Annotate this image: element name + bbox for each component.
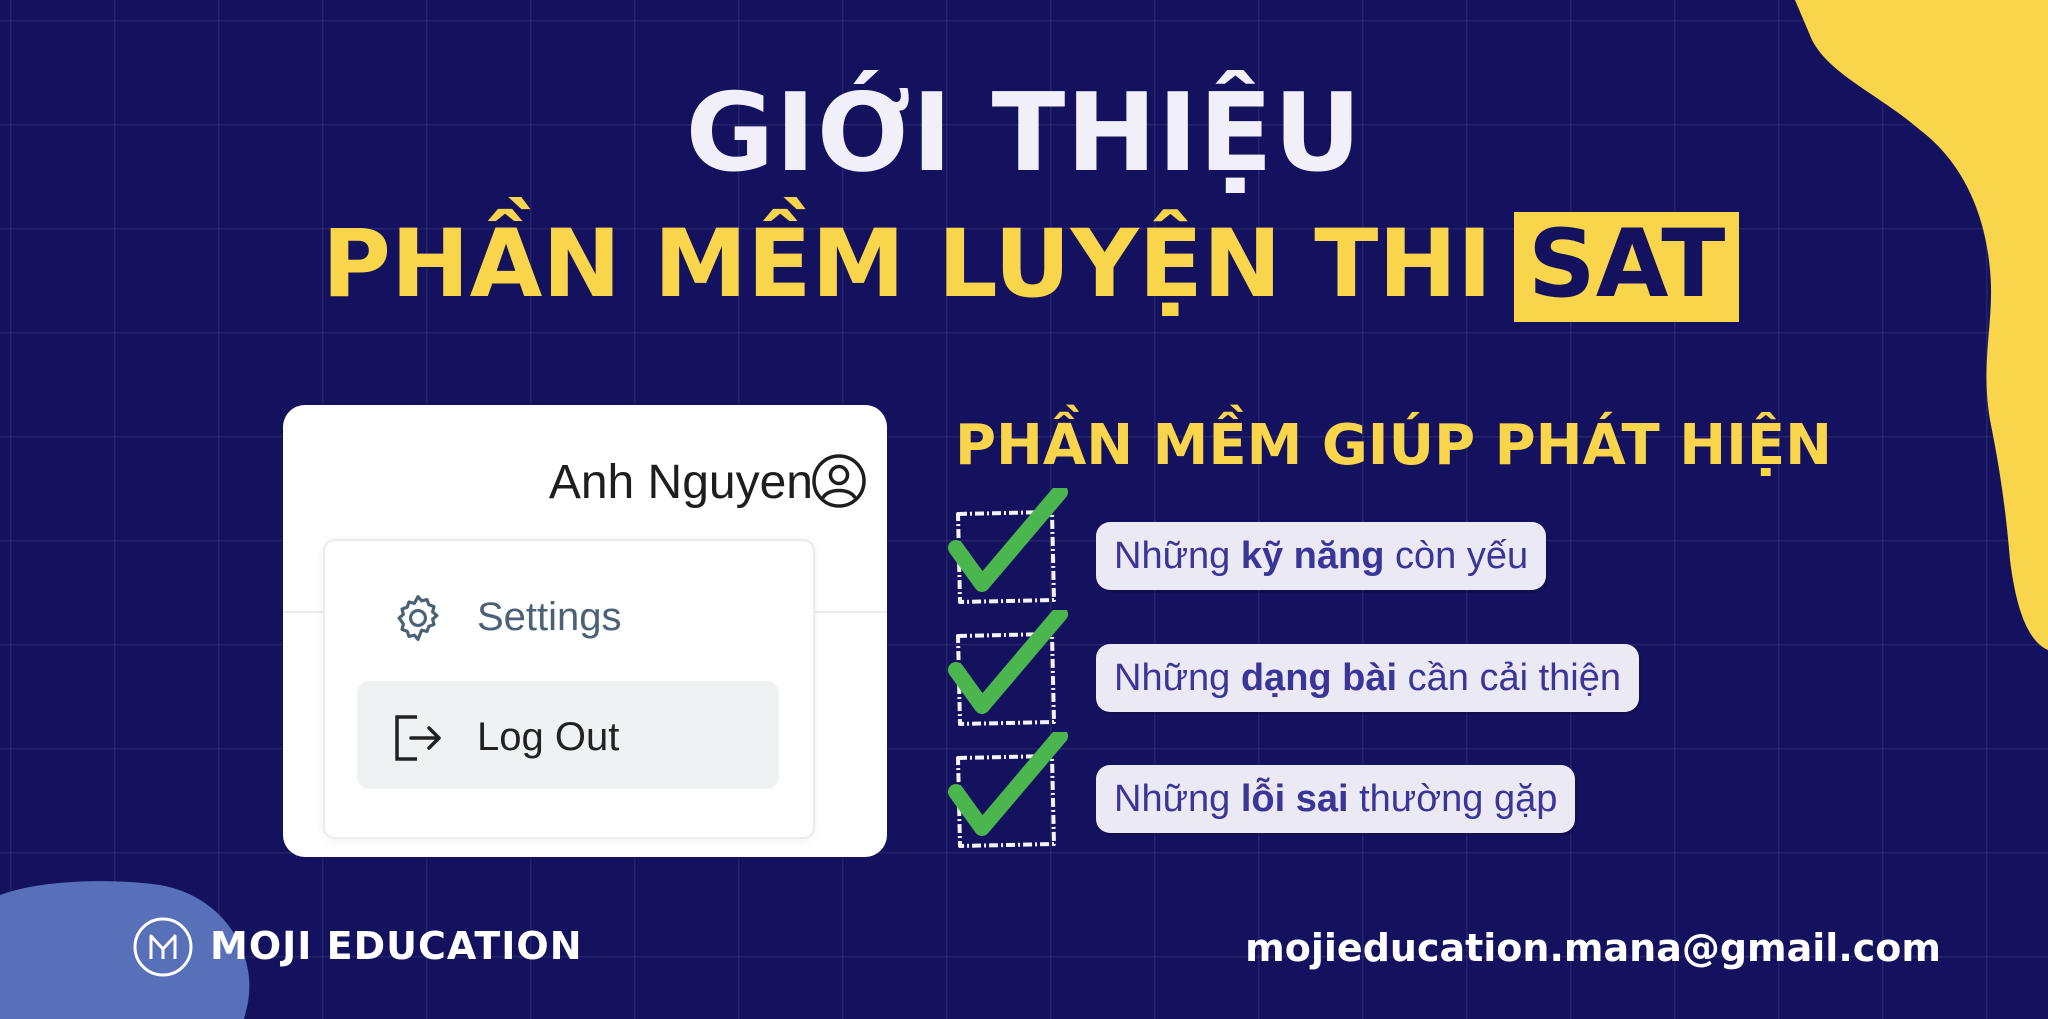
user-name[interactable]: Anh Nguyen <box>549 455 813 510</box>
checkbox-checked-icon <box>948 488 1068 604</box>
settings-label: Settings <box>477 595 622 639</box>
logout-label: Log Out <box>477 715 620 759</box>
features-heading: PHẦN MỀM GIÚP PHÁT HIỆN <box>955 413 1833 478</box>
contact-email[interactable]: mojieducation.mana@gmail.com <box>1245 926 1941 970</box>
checkbox-checked-icon <box>948 610 1068 726</box>
feature-bold: lỗi sai <box>1240 778 1349 820</box>
page-subtitle-text: PHẦN MỀM LUYỆN THI <box>322 210 1493 319</box>
menu-item-logout[interactable]: Log Out <box>357 681 779 789</box>
checkbox-checked-icon <box>948 732 1068 848</box>
feature-prefix: Những <box>1114 778 1241 820</box>
menu-item-settings[interactable]: Settings <box>357 561 779 669</box>
account-dropdown-menu: Settings Log Out <box>323 539 815 839</box>
feature-item-common-mistakes: Những lỗi sai thường gặp <box>1096 765 1576 833</box>
logout-icon <box>391 711 445 770</box>
moji-logo-icon <box>133 917 193 977</box>
sat-highlight: SAT <box>1514 212 1740 322</box>
feature-prefix: Những <box>1114 657 1241 699</box>
feature-suffix: còn yếu <box>1384 535 1529 577</box>
feature-suffix: cần cải thiện <box>1397 657 1621 699</box>
feature-bold: kỹ năng <box>1240 535 1385 577</box>
page-subtitle: PHẦN MỀM LUYỆN THI SAT <box>322 210 1740 322</box>
feature-suffix: thường gặp <box>1348 778 1558 820</box>
feature-item-question-types: Những dạng bài cần cải thiện <box>1096 644 1639 712</box>
feature-item-skills: Những kỹ năng còn yếu <box>1096 522 1547 590</box>
account-menu-card: Anh Nguyen Settings Log Out <box>283 405 887 857</box>
feature-bold: dạng bài <box>1240 657 1398 699</box>
gear-icon <box>391 591 445 650</box>
user-circle-icon[interactable] <box>811 453 867 513</box>
brand-name: MOJI EDUCATION <box>210 924 583 968</box>
page-title: GIỚI THIỆU <box>685 71 1363 196</box>
feature-prefix: Những <box>1114 535 1241 577</box>
